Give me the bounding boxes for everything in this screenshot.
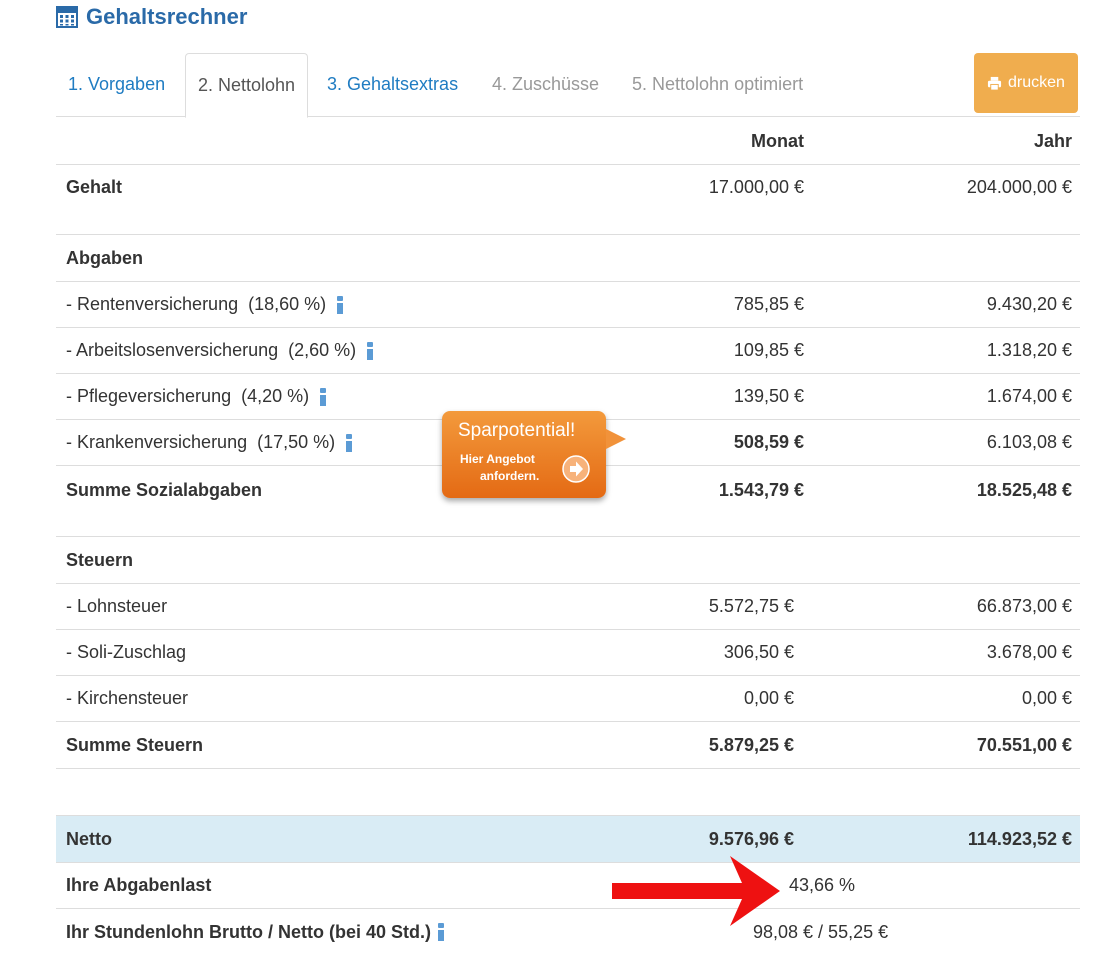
info-icon[interactable] [345, 433, 353, 452]
row-label: Ihre Abgabenlast [66, 875, 212, 895]
promo-title: Sparpotential! [458, 420, 576, 441]
row-label-text: - Arbeitslosenversicherung [66, 340, 279, 360]
promo-line1: Hier Angebot [460, 452, 535, 466]
tab-nettolohn[interactable]: 2. Nettolohn [185, 53, 309, 118]
year-value: 6.103,08 € [986, 432, 1072, 452]
year-value: 0,00 € [1021, 688, 1072, 708]
section-label: Steuern [66, 549, 134, 570]
year-value: 1.318,20 € [986, 340, 1072, 360]
row-label: - Arbeitslosenversicherung (2,60 %) [66, 328, 374, 373]
row-label: Summe Sozialabgaben [66, 480, 263, 500]
sparpotential-promo-button[interactable]: Sparpotential! Hier Angebot anfordern. [442, 411, 626, 498]
info-icon[interactable] [319, 387, 327, 406]
row-label: Gehalt [66, 177, 123, 197]
row-label: - Kirchensteuer [66, 688, 189, 708]
info-icon[interactable] [366, 341, 374, 360]
month-value: 5.879,25 € [708, 734, 794, 755]
table-row-arbeitslosenversicherung: - Arbeitslosenversicherung (2,60 %) 109,… [56, 328, 1080, 374]
row-label-text: - Rentenversicherung [66, 294, 239, 314]
year-value: 1.674,00 € [986, 386, 1072, 406]
page-title-text: Gehaltsrechner [86, 4, 248, 29]
month-value: 17.000,00 € [708, 177, 804, 197]
month-value: 1.543,79 € [718, 480, 804, 500]
row-label: - Krankenversicherung (17,50 %) [66, 420, 353, 465]
row-rate: (17,50 %) [257, 432, 336, 452]
promo-line2: anfordern. [480, 469, 540, 483]
print-button[interactable]: drucken [974, 53, 1078, 113]
column-header-month: Monat [751, 130, 804, 151]
tab-gehaltsextras[interactable]: 3. Gehaltsextras [327, 53, 458, 117]
tab-vorgaben[interactable]: 1. Vorgaben [68, 53, 165, 117]
row-label: - Pflegeversicherung (4,20 %) [66, 374, 327, 419]
print-button-label: drucken [1008, 74, 1065, 91]
row-label: Ihr Stundenlohn Brutto / Netto (bei 40 S… [66, 909, 445, 955]
printer-icon [987, 76, 1002, 91]
row-label: Summe Steuern [66, 734, 204, 755]
table-row-rentenversicherung: - Rentenversicherung (18,60 %) 785,85 € … [56, 282, 1080, 328]
column-header-year: Jahr [1033, 130, 1072, 151]
abgabenlast-value: 43,66 % [789, 875, 856, 895]
row-label: - Rentenversicherung (18,60 %) [66, 282, 344, 327]
row-label-text: - Krankenversicherung [66, 432, 248, 452]
info-icon[interactable] [336, 295, 344, 314]
table-row-kirchensteuer: - Kirchensteuer 0,00 € 0,00 € [56, 676, 1080, 722]
row-rate: (18,60 %) [248, 294, 327, 314]
table-row-abgabenlast: Ihre Abgabenlast 43,66 % [56, 863, 1080, 909]
calculator-icon [56, 6, 78, 28]
table-row-gehalt: Gehalt 17.000,00 € 204.000,00 € [56, 165, 1080, 235]
row-rate: (4,20 %) [241, 386, 310, 406]
row-label-text: - Pflegeversicherung [66, 386, 232, 406]
year-value: 66.873,00 € [976, 596, 1072, 616]
salary-table: Monat Jahr Gehalt 17.000,00 € 204.000,00… [56, 118, 1080, 955]
red-arrow-annotation-icon [612, 856, 780, 926]
table-row-lohnsteuer: - Lohnsteuer 5.572,75 € 66.873,00 € [56, 584, 1080, 630]
section-heading-steuern: Steuern [56, 537, 1080, 584]
info-icon[interactable] [437, 923, 445, 941]
row-label: - Soli-Zuschlag [66, 642, 187, 662]
year-value: 3.678,00 € [986, 642, 1072, 662]
tab-nettolohn-optimiert: 5. Nettolohn optimiert [632, 74, 804, 94]
month-value: 508,59 € [733, 432, 804, 452]
table-row-netto: Netto 9.576,96 € 114.923,52 € [56, 816, 1080, 863]
month-value: 785,85 € [733, 294, 804, 314]
section-heading-abgaben: Abgaben [56, 235, 1080, 282]
arrow-right-circle-icon [562, 455, 590, 483]
table-header-row: Monat Jahr [56, 118, 1080, 165]
month-value: 139,50 € [733, 386, 804, 406]
year-value: 70.551,00 € [976, 734, 1072, 755]
month-value: 306,50 € [723, 642, 794, 662]
year-value: 9.430,20 € [986, 294, 1072, 314]
year-value: 114.923,52 € [967, 828, 1072, 849]
month-value: 109,85 € [733, 340, 804, 360]
year-value: 204.000,00 € [966, 177, 1072, 197]
row-label-text: Ihr Stundenlohn Brutto / Netto (bei 40 S… [66, 921, 431, 942]
row-label: Netto [66, 828, 112, 849]
row-label: - Lohnsteuer [66, 596, 168, 616]
month-value: 0,00 € [743, 688, 794, 708]
table-row-summe-steuern: Summe Steuern 5.879,25 € 70.551,00 € [56, 722, 1080, 769]
section-label: Abgaben [66, 247, 144, 268]
table-spacer [56, 769, 1080, 816]
table-row-soli-zuschlag: - Soli-Zuschlag 306,50 € 3.678,00 € [56, 630, 1080, 676]
table-row-stundenlohn: Ihr Stundenlohn Brutto / Netto (bei 40 S… [56, 909, 1080, 955]
row-rate: (2,60 %) [288, 340, 357, 360]
tab-zuschuesse: 4. Zuschüsse [492, 74, 600, 94]
tab-bar: 1. Vorgaben 2. Nettolohn 3. Gehaltsextra… [56, 53, 1080, 118]
month-value: 5.572,75 € [708, 596, 794, 616]
year-value: 18.525,48 € [976, 480, 1072, 500]
page-title: Gehaltsrechner [56, 2, 247, 32]
